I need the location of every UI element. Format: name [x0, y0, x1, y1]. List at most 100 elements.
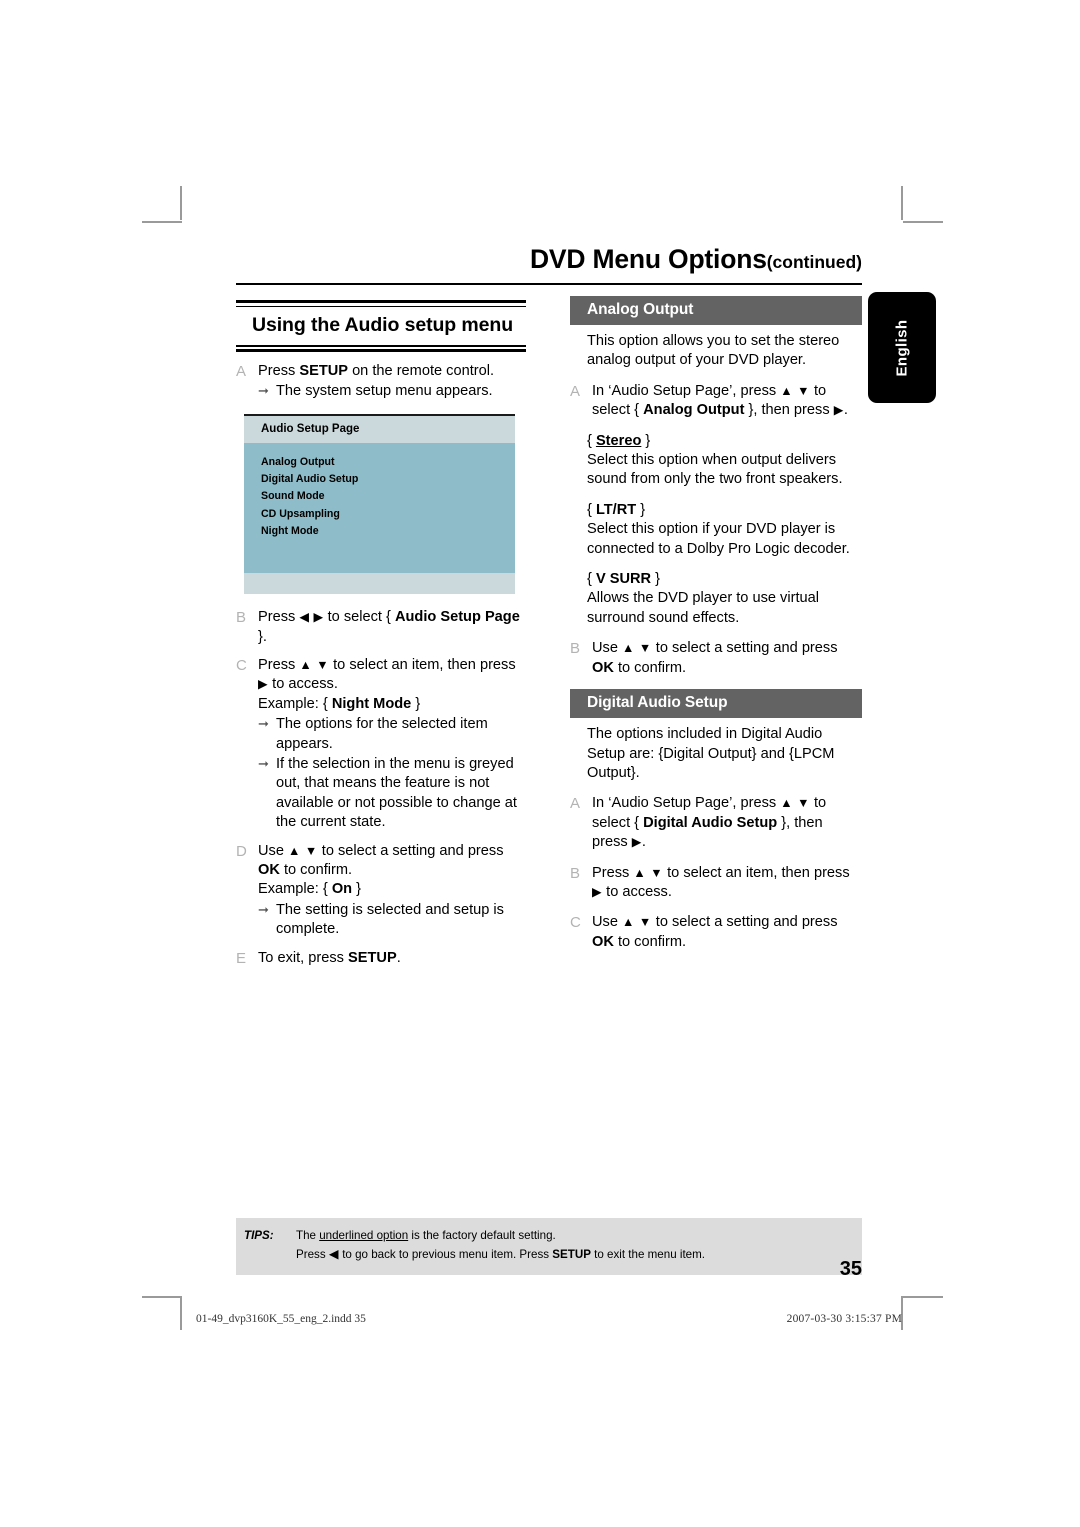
step-body: Press SETUP on the remote control. ➞ The…: [258, 362, 526, 402]
step-text-line: To exit, press SETUP.: [258, 949, 526, 968]
step-text-post: to access.: [268, 676, 338, 693]
step-marker: E: [236, 949, 247, 967]
step-text-pre: Use: [592, 640, 623, 657]
step-text-post: to confirm.: [613, 659, 687, 676]
step-text-pre: Press: [258, 609, 300, 626]
step-marker: B: [570, 640, 581, 658]
step-text-mid: to select a setting and press: [651, 640, 838, 657]
step-body: Use ▲ ▼ to select a setting and press OK…: [592, 639, 862, 678]
tips-text-mid: to go back to previous menu item. Press: [338, 1247, 553, 1261]
step-b: B Press ◀ ▶ to select { Audio Setup Page…: [236, 608, 526, 647]
brace-close: }: [651, 571, 661, 588]
step-text-line-2: ▶ to access.: [592, 883, 862, 902]
crop-mark-bottom-left-vertical: [180, 1296, 182, 1330]
section-intro: The options included in Digital Audio Se…: [587, 726, 835, 781]
page-title: DVD Menu Options: [529, 244, 767, 274]
step-text-line-2: OK to confirm.: [592, 659, 862, 678]
step-text-line: Press ▲ ▼ to select an item, then press: [258, 656, 526, 675]
left-arrow-icon: ◀: [328, 1246, 339, 1261]
option-name-lt-rt: LT/RT: [595, 501, 637, 518]
option-description: Select this option if your DVD player is…: [587, 521, 850, 557]
step-text-mid: to select a setting and press: [651, 914, 838, 931]
step-body: Use ▲ ▼ to select a setting and press OK…: [592, 913, 862, 952]
step-text-post: to access.: [602, 883, 672, 900]
brace-open: {: [587, 501, 596, 518]
tips-box: TIPS: The underlined option is the facto…: [236, 1218, 862, 1276]
step-marker: A: [570, 795, 581, 813]
step-text-line-2: OK to confirm.: [592, 933, 862, 952]
option-name-stereo: Stereo: [595, 432, 642, 449]
tips-lines: The underlined option is the factory def…: [296, 1227, 862, 1264]
section-intro: This option allows you to set the stereo…: [587, 333, 840, 369]
example-line: Example: { On }: [258, 880, 526, 899]
key-ok: OK: [592, 659, 614, 676]
step-text-line: Press SETUP on the remote control.: [258, 362, 526, 381]
crop-mark-bottom-left-horizontal: [142, 1296, 182, 1298]
result-line: ➞ The system setup menu appears.: [258, 382, 526, 401]
osd-menu-item-cd-upsampling: CD Upsampling: [261, 507, 340, 520]
menu-name-digital-audio-setup: Digital Audio Setup: [643, 814, 778, 831]
step-marker: B: [236, 609, 247, 627]
result-line: ➞ The options for the selected item appe…: [258, 715, 526, 754]
up-down-arrows-icon: ▲ ▼: [622, 915, 652, 930]
step-marker: C: [236, 656, 247, 674]
tips-text-pre: Press: [296, 1247, 329, 1261]
crop-mark-top-right-horizontal: [903, 221, 943, 223]
language-tab-english: English: [868, 292, 936, 403]
crop-mark-top-left-horizontal: [142, 221, 182, 223]
option-v-surr: { V SURR } Allows the DVD player to use …: [587, 570, 862, 628]
step-text-pre: In ‘Audio Setup Page’, press: [592, 795, 781, 812]
step-text-post: }, then press: [744, 402, 834, 419]
step-text-mid: to select a setting and press: [317, 842, 504, 859]
step-b: B Press ▲ ▼ to select an item, then pres…: [570, 864, 862, 903]
step-text-pre: Press: [592, 864, 634, 881]
step-text-post: to confirm.: [279, 861, 353, 878]
result-text: If the selection in the menu is greyed o…: [276, 755, 517, 831]
step-a: A In ‘Audio Setup Page’, press ▲ ▼ to se…: [570, 794, 862, 852]
section-body-analog-output: This option allows you to set the stereo…: [570, 325, 862, 678]
option-description: Allows the DVD player to use virtual sur…: [587, 590, 819, 626]
osd-menu-item-digital-audio-setup: Digital Audio Setup: [261, 473, 359, 486]
running-head-rule: [236, 283, 862, 285]
tips-underlined-option: underlined option: [319, 1229, 409, 1242]
step-c: C Press ▲ ▼ to select an item, then pres…: [236, 656, 526, 833]
step-text-pre: Press: [258, 363, 300, 379]
osd-menu-item-analog-output: Analog Output: [261, 456, 335, 469]
arrow-right-icon: ➞: [258, 755, 269, 771]
page-title-continued: (continued): [766, 252, 862, 272]
page-number: 35: [839, 1258, 862, 1280]
step-text-pre: To exit, press: [258, 949, 349, 966]
tips-label: TIPS:: [244, 1229, 274, 1242]
up-down-arrows-icon: ▲ ▼: [288, 843, 318, 858]
brace-open: {: [587, 432, 596, 449]
step-text-mid: to select an item, then press: [329, 656, 516, 673]
arrow-right-icon: ➞: [258, 383, 269, 399]
step-a: A Press SETUP on the remote control. ➞ T…: [236, 362, 526, 402]
section-heading-block: Using the Audio setup menu: [236, 300, 526, 352]
step-marker: A: [570, 382, 581, 400]
right-arrow-icon: ▶: [258, 677, 269, 692]
left-column: Using the Audio setup menu A Press SETUP…: [236, 300, 526, 978]
result-line: ➞ The setting is selected and setup is c…: [258, 901, 526, 940]
option-name-v-surr: V SURR: [595, 571, 652, 588]
step-body: To exit, press SETUP.: [258, 949, 526, 969]
step-text-pre: Use: [258, 842, 289, 859]
step-e: E To exit, press SETUP.: [236, 949, 526, 969]
step-text-post: on the remote control.: [348, 363, 495, 379]
option-title: { V SURR }: [587, 570, 862, 589]
heading-rule-bottom-thick: [236, 349, 526, 352]
step-text-line: Use ▲ ▼ to select a setting and press: [258, 842, 526, 861]
tips-text-post: to exit the menu item.: [590, 1247, 705, 1261]
step-text-end: .: [843, 402, 848, 419]
step-text-line-2: ▶ to access.: [258, 675, 526, 694]
section-analog-output: Analog Output This option allows you to …: [556, 296, 862, 678]
step-marker: C: [570, 914, 581, 932]
result-text: The setting is selected and setup is com…: [276, 901, 504, 938]
example-line: Example: { Night Mode }: [258, 695, 526, 714]
result-text: The system setup menu appears.: [276, 383, 493, 400]
step-a: A In ‘Audio Setup Page’, press ▲ ▼ to se…: [570, 382, 862, 421]
up-down-arrows-icon: ▲ ▼: [299, 657, 330, 672]
brace-close: }: [641, 432, 651, 449]
menu-name-audio-setup: Audio Setup: [394, 609, 481, 626]
step-text-end: .: [641, 834, 646, 851]
